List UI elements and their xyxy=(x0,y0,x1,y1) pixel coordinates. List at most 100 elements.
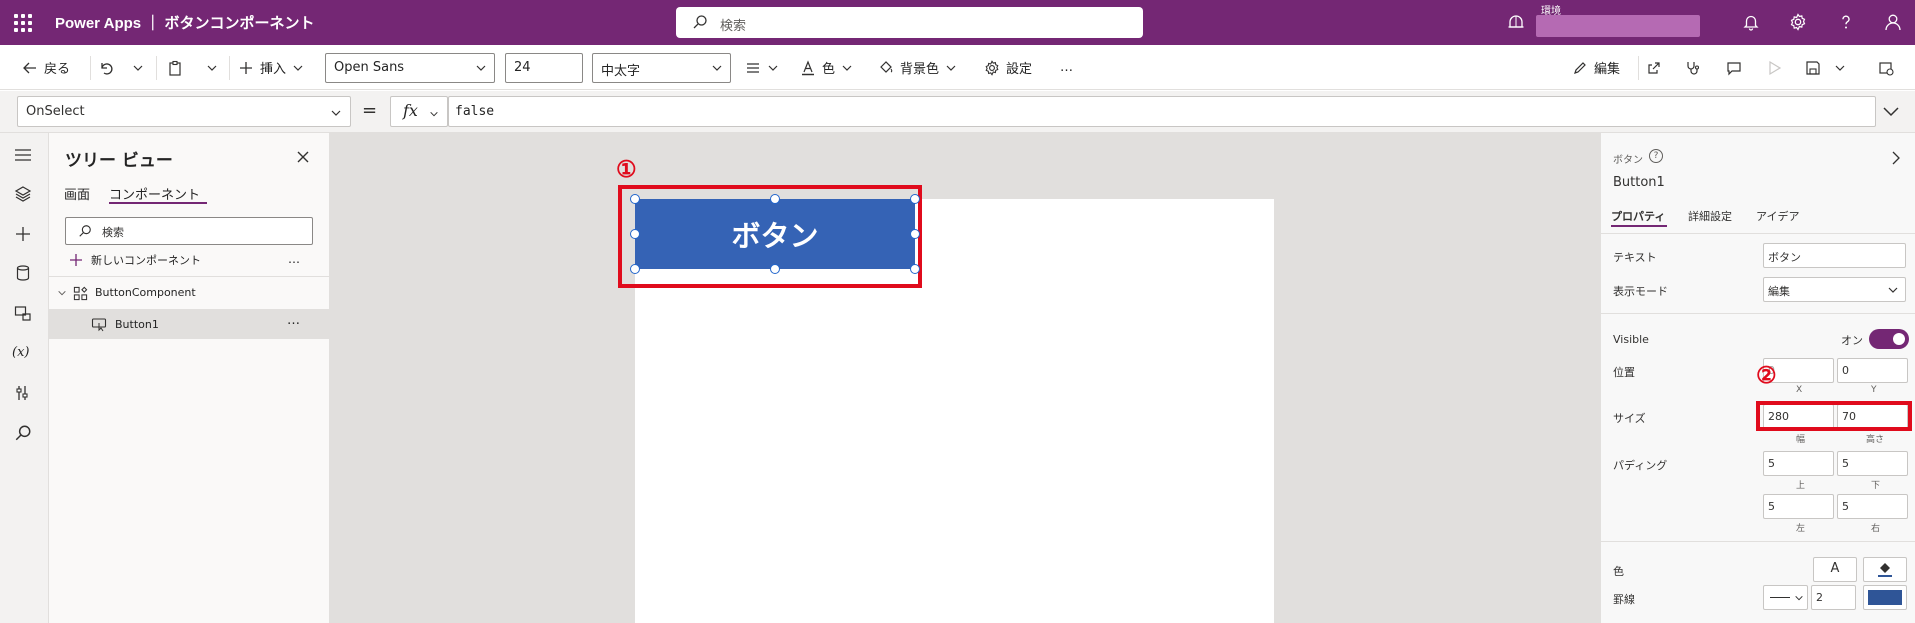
text-color-button[interactable]: A xyxy=(1813,557,1857,582)
tree-node-buttoncomponent[interactable]: ButtonComponent xyxy=(49,279,330,307)
settings-gear-icon[interactable] xyxy=(1789,13,1807,31)
media-icon[interactable] xyxy=(14,304,32,322)
advanced-tools-icon[interactable] xyxy=(14,384,32,402)
play-icon xyxy=(1769,60,1782,75)
save-dropdown-button[interactable] xyxy=(1834,45,1846,90)
chevron-down-icon xyxy=(768,65,778,71)
paste-button[interactable] xyxy=(167,45,183,90)
settings-button[interactable]: 設定 xyxy=(984,45,1032,90)
resize-handle-bottom[interactable] xyxy=(770,264,780,274)
share-button[interactable] xyxy=(1646,45,1662,90)
undo-button[interactable] xyxy=(98,45,114,90)
property-select[interactable]: OnSelect xyxy=(17,96,351,127)
resize-handle-top-right[interactable] xyxy=(910,194,920,204)
border-style-select[interactable] xyxy=(1763,585,1808,610)
chevron-down-icon xyxy=(1795,595,1803,601)
close-icon[interactable] xyxy=(296,150,310,164)
publish-button[interactable] xyxy=(1878,45,1894,90)
tab-screens[interactable]: 画面 xyxy=(64,184,90,203)
notification-bell-icon[interactable] xyxy=(1742,13,1760,31)
environment-selector[interactable] xyxy=(1536,15,1700,37)
display-mode-select[interactable]: 編集 xyxy=(1763,277,1906,302)
background-color-button[interactable]: 背景色 xyxy=(878,45,957,90)
border-color-button[interactable] xyxy=(1863,585,1907,610)
components-more-button[interactable]: … xyxy=(288,252,301,266)
divider xyxy=(229,56,230,80)
font-color-button[interactable]: 色 xyxy=(800,45,853,90)
component-icon xyxy=(73,286,88,301)
tab-components[interactable]: コンポーネント xyxy=(109,184,200,203)
search-icon[interactable] xyxy=(14,424,32,442)
font-color-label: 色 xyxy=(822,62,836,77)
font-family-select[interactable]: Open Sans xyxy=(325,53,495,83)
button1-control[interactable]: ボタン xyxy=(635,199,915,269)
resize-handle-bottom-right[interactable] xyxy=(910,264,920,274)
border-width-input[interactable]: 2 xyxy=(1811,585,1856,610)
chevron-down-icon xyxy=(1888,287,1898,293)
padding-bottom-input[interactable]: 5 xyxy=(1837,451,1908,476)
layers-tree-view-icon[interactable] xyxy=(14,185,32,203)
save-button[interactable] xyxy=(1805,45,1821,90)
tree-view-title: ツリー ビュー xyxy=(65,151,173,171)
stethoscope-icon xyxy=(1687,61,1700,75)
redo-dropdown-button[interactable] xyxy=(132,45,144,90)
font-size-value: 24 xyxy=(514,60,531,75)
text-property-input[interactable]: ボタン xyxy=(1763,243,1906,268)
width-caption: 幅 xyxy=(1796,435,1806,445)
font-family-value: Open Sans xyxy=(334,60,405,75)
button-control-icon xyxy=(91,318,107,332)
environment-icon[interactable] xyxy=(1507,13,1525,31)
position-y-input[interactable]: 0 xyxy=(1837,358,1908,383)
fill-color-button[interactable] xyxy=(1863,557,1907,582)
node-more-button[interactable]: … xyxy=(287,313,301,328)
plus-icon xyxy=(70,254,82,266)
active-tab-underline xyxy=(1611,225,1667,227)
tab-properties[interactable]: プロパティ xyxy=(1611,208,1665,224)
new-component-button[interactable]: 新しいコンポーネント xyxy=(69,252,201,268)
tree-search-input[interactable]: 検索 xyxy=(65,217,313,245)
resize-handle-top-left[interactable] xyxy=(630,194,640,204)
expand-formula-chevron-icon[interactable] xyxy=(1882,104,1900,118)
padding-right-input[interactable]: 5 xyxy=(1837,494,1908,519)
back-button[interactable]: 戻る xyxy=(22,45,70,90)
control-name: Button1 xyxy=(1613,175,1665,190)
hamburger-menu-icon[interactable] xyxy=(14,148,32,162)
insert-plus-icon[interactable] xyxy=(14,225,32,243)
resize-handle-bottom-left[interactable] xyxy=(630,264,640,274)
edit-button[interactable]: 編集 xyxy=(1572,45,1620,90)
resize-handle-right[interactable] xyxy=(910,229,920,239)
padding-left-input[interactable]: 5 xyxy=(1763,494,1834,519)
variables-icon[interactable]: (x) xyxy=(12,345,29,360)
global-search-placeholder: 検索 xyxy=(720,19,747,34)
insert-button[interactable]: 挿入 xyxy=(238,45,304,90)
font-weight-select[interactable]: 中太字 xyxy=(592,53,731,83)
visible-toggle[interactable] xyxy=(1869,329,1909,349)
preview-play-button[interactable] xyxy=(1766,45,1782,90)
function-button[interactable]: fx xyxy=(390,96,448,127)
padding-top-input[interactable]: 5 xyxy=(1763,451,1834,476)
chevron-right-icon[interactable] xyxy=(1891,151,1901,165)
help-question-icon[interactable] xyxy=(1837,13,1855,31)
app-header: Power Apps ｜ ボタンコンポーネント 検索 環境 xyxy=(0,0,1915,45)
user-profile-icon[interactable] xyxy=(1884,13,1902,31)
resize-handle-left[interactable] xyxy=(630,229,640,239)
comments-button[interactable] xyxy=(1726,45,1742,90)
help-circle-icon[interactable]: ? xyxy=(1649,149,1663,163)
formula-bar: OnSelect = fx false xyxy=(0,91,1915,133)
data-cylinder-icon[interactable] xyxy=(14,264,32,282)
display-mode-value: 編集 xyxy=(1768,285,1790,298)
more-commands-button[interactable]: … xyxy=(1060,45,1073,90)
resize-handle-top[interactable] xyxy=(770,194,780,204)
tab-ideas[interactable]: アイデア xyxy=(1756,208,1799,224)
app-launcher-icon[interactable] xyxy=(12,12,34,34)
formula-input[interactable]: false xyxy=(448,96,1876,127)
tab-advanced[interactable]: 詳細設定 xyxy=(1688,208,1732,224)
font-size-input[interactable]: 24 xyxy=(505,53,583,83)
color-label: 色 xyxy=(1613,565,1624,578)
tree-node-button1[interactable]: Button1 … xyxy=(49,309,330,339)
text-align-button[interactable] xyxy=(745,45,779,90)
paste-dropdown-button[interactable] xyxy=(206,45,218,90)
chevron-down-icon[interactable] xyxy=(57,288,67,298)
app-checker-button[interactable] xyxy=(1685,45,1701,90)
global-search-input[interactable]: 検索 xyxy=(676,7,1143,38)
